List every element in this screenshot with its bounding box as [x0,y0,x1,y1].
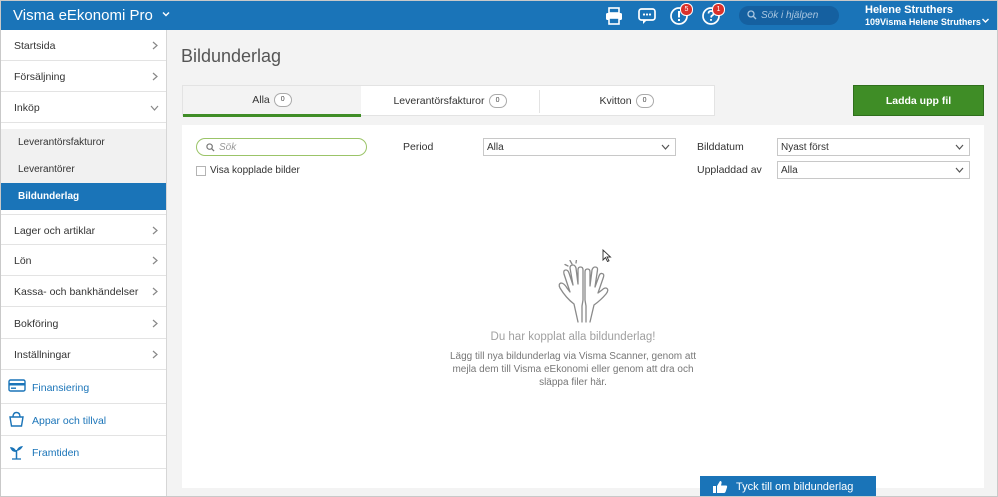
chevron-right-icon [152,41,158,50]
show-linked-label: Visa kopplade bilder [210,165,300,176]
help-search-box[interactable] [739,6,839,25]
sidebar-item-lager[interactable]: Lager och artiklar [1,214,166,245]
top-bar: Visma eEkonomi Pro 5 1 Helene Struthers … [1,1,997,30]
sidebar-item-label: Framtiden [32,447,80,459]
card-icon [8,379,26,392]
sidebar-item-label: Inställningar [14,349,71,361]
help-search-input[interactable] [761,6,835,25]
basket-icon [9,411,24,427]
sidebar-item-leverantorer[interactable]: Leverantörer [1,156,166,183]
help-badge: 1 [712,3,725,16]
period-select-value: Alla [487,142,504,153]
sidebar-item-label: Lager och artiklar [14,225,96,237]
chevron-down-icon[interactable] [161,9,171,19]
user-menu-chevron-icon[interactable] [981,17,990,24]
chat-icon[interactable] [637,6,657,26]
chevron-down-icon [955,167,964,173]
upload-file-button[interactable]: Ladda upp fil [853,85,984,116]
sidebar-item-label: Finansiering [32,382,90,394]
sidebar-item-forsaljning[interactable]: Försäljning [1,61,166,92]
uploaded-by-select[interactable]: Alla [777,161,970,179]
sidebar-item-inkop[interactable]: Inköp [1,92,166,123]
tab-bar: Alla 0 Leverantörsfakturor 0 Kvitton 0 [182,85,715,117]
chevron-right-icon [152,72,158,81]
period-label: Period [403,141,434,153]
search-icon [747,10,757,20]
show-linked-checkbox[interactable] [196,166,206,176]
tab-kvitton[interactable]: Kvitton 0 [539,86,714,117]
tab-count-badge: 0 [273,93,292,108]
sidebar-item-label: Startsida [14,40,56,52]
chevron-down-icon [955,144,964,150]
sidebar-item-label: Leverantörsfakturor [18,137,105,148]
sidebar-item-lon[interactable]: Lön [1,245,166,276]
empty-state-title: Du har kopplat alla bildunderlag! [490,331,656,343]
high-five-icon [558,260,609,323]
sidebar-item-framtiden[interactable]: Framtiden [1,436,166,469]
sidebar-item-label: Kassa- och bankhändelser [14,286,139,298]
app-window: Visma eEkonomi Pro 5 1 Helene Struthers … [0,0,998,497]
chevron-right-icon [152,256,158,265]
print-icon[interactable] [604,6,624,26]
thumbs-up-icon [713,481,728,493]
notifications-icon[interactable]: 5 [669,3,693,26]
feedback-button[interactable]: Tyck till om bildunderlag [700,476,876,496]
notifications-badge: 5 [680,3,693,16]
feedback-button-label: Tyck till om bildunderlag [736,481,854,493]
tab-label: Kvitton [599,95,632,107]
sidebar-item-kassa[interactable]: Kassa- och bankhändelser [1,276,166,307]
uploaded-by-label: Uppladdad av [697,164,762,176]
sidebar-item-leverantorsfakturor[interactable]: Leverantörsfakturor [1,129,166,156]
sidebar-item-startsida[interactable]: Startsida [1,30,166,61]
tab-count-badge: 0 [488,94,507,109]
chevron-right-icon [152,226,158,235]
help-icon[interactable]: 1 [701,3,725,26]
chevron-down-icon [661,144,670,150]
sidebar: Startsida Försäljning Inköp Leverantörsf… [1,30,167,496]
tab-label: Leverantörsfakturor [393,95,485,107]
user-name[interactable]: Helene Struthers [865,4,953,16]
sidebar-item-label: Appar och tillval [32,415,107,427]
app-title[interactable]: Visma eEkonomi Pro [13,7,153,24]
image-date-label: Bilddatum [697,141,744,153]
tab-alla[interactable]: Alla 0 [183,86,361,117]
tab-label: Alla [252,94,270,106]
sidebar-item-label: Leverantörer [18,164,75,175]
sidebar-item-label: Bokföring [14,318,59,330]
sprout-icon [10,446,23,460]
page-title: Bildunderlag [181,46,282,66]
sidebar-item-label: Försäljning [14,71,66,83]
chevron-right-icon [152,350,158,359]
content-panel: Visa kopplade bilder Period Alla Bilddat… [182,125,984,488]
tab-leverantorsfakturor[interactable]: Leverantörsfakturor 0 [361,86,539,117]
sidebar-item-installningar[interactable]: Inställningar [1,339,166,370]
sidebar-item-bokforing[interactable]: Bokföring [1,308,166,339]
tab-count-badge: 0 [635,94,654,109]
sidebar-item-label: Lön [14,255,32,267]
search-icon [206,143,215,152]
chevron-right-icon [152,287,158,296]
image-date-select[interactable]: Nyast först [777,138,970,156]
sidebar-item-appar[interactable]: Appar och tillval [1,404,166,436]
period-select[interactable]: Alla [483,138,676,156]
sidebar-item-label: Bildunderlag [18,191,80,202]
sidebar-item-bildunderlag[interactable]: Bildunderlag [1,183,166,210]
uploaded-by-select-value: Alla [781,165,798,176]
image-date-select-value: Nyast först [781,142,829,153]
filter-search-box[interactable] [196,138,367,156]
sidebar-item-finansiering[interactable]: Finansiering [1,371,166,404]
user-company[interactable]: 109Visma Helene Struthers [865,17,981,27]
filter-search-input[interactable] [219,139,359,155]
sidebar-item-label: Inköp [14,102,40,114]
chevron-down-icon [150,105,159,111]
mouse-cursor-icon [602,249,612,262]
chevron-right-icon [152,319,158,328]
empty-state-text: Lägg till nya bildunderlag via Visma Sca… [449,351,697,388]
